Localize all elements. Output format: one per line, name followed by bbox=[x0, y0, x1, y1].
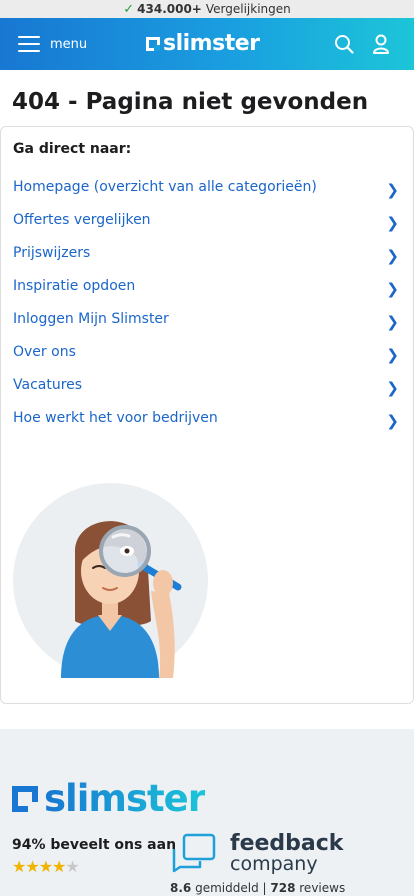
link-label: Homepage (overzicht van alle categorieën… bbox=[13, 179, 317, 195]
link-label: Offertes vergelijken bbox=[13, 212, 151, 228]
link-label: Hoe werkt het voor bedrijven bbox=[13, 410, 218, 426]
menu-button[interactable]: menu bbox=[18, 36, 87, 52]
search-icon[interactable] bbox=[334, 34, 354, 58]
magnifying-glass-illustration bbox=[13, 483, 208, 678]
review-count: 728 bbox=[270, 881, 296, 895]
review-score-suffix: gemiddeld | bbox=[195, 881, 267, 895]
chevron-right-icon: ❯ bbox=[386, 280, 399, 298]
check-icon: ✓ bbox=[123, 1, 135, 17]
link-label: Inloggen Mijn Slimster bbox=[13, 311, 169, 327]
chevron-right-icon: ❯ bbox=[386, 313, 399, 331]
footer-logo[interactable]: slimster bbox=[12, 777, 206, 820]
chevron-right-icon: ❯ bbox=[386, 181, 399, 199]
comparison-count-banner: ✓ 434.000+ Vergelijkingen bbox=[0, 0, 414, 18]
link-vacatures[interactable]: Vacatures ❯ bbox=[13, 377, 399, 410]
feedback-bubbles-icon bbox=[172, 833, 216, 873]
star-rating: ★★★★★ bbox=[12, 857, 80, 876]
review-summary: 8.6 gemiddeld | 728 reviews bbox=[170, 881, 345, 895]
star-icon: ★ bbox=[25, 857, 39, 876]
header-logo[interactable]: slimster bbox=[146, 31, 260, 56]
quick-links-card: Ga direct naar: Homepage (overzicht van … bbox=[0, 126, 414, 704]
logo-mark-icon bbox=[146, 36, 160, 51]
logo-mark-icon bbox=[12, 785, 38, 812]
link-bedrijven[interactable]: Hoe werkt het voor bedrijven ❯ bbox=[13, 410, 399, 443]
footer-logo-text: slimster bbox=[44, 777, 206, 820]
link-inloggen[interactable]: Inloggen Mijn Slimster ❯ bbox=[13, 311, 399, 344]
star-icon: ★ bbox=[52, 857, 66, 876]
link-label: Prijswijzers bbox=[13, 245, 91, 261]
company-label: company bbox=[230, 853, 318, 875]
user-account-icon[interactable] bbox=[372, 34, 390, 58]
menu-label: menu bbox=[50, 36, 88, 52]
recommend-text: 94% beveelt ons aan bbox=[12, 837, 177, 853]
chevron-right-icon: ❯ bbox=[386, 379, 399, 397]
chevron-right-icon: ❯ bbox=[386, 412, 399, 430]
link-offertes[interactable]: Offertes vergelijken ❯ bbox=[13, 212, 399, 245]
chevron-right-icon: ❯ bbox=[386, 247, 399, 265]
review-score: 8.6 bbox=[170, 881, 192, 895]
link-label: Over ons bbox=[13, 344, 76, 360]
feedback-company-badge[interactable]: feedback company bbox=[170, 833, 343, 877]
link-label: Vacatures bbox=[13, 377, 83, 393]
logo-text: slimster bbox=[163, 31, 260, 56]
link-inspiratie[interactable]: Inspiratie opdoen ❯ bbox=[13, 278, 399, 311]
link-prijswijzers[interactable]: Prijswijzers ❯ bbox=[13, 245, 399, 278]
chevron-right-icon: ❯ bbox=[386, 346, 399, 364]
star-icon: ★ bbox=[12, 857, 26, 876]
star-empty-icon: ★ bbox=[65, 857, 79, 876]
link-over-ons[interactable]: Over ons ❯ bbox=[13, 344, 399, 377]
star-icon: ★ bbox=[38, 857, 53, 876]
comparison-label: Vergelijkingen bbox=[205, 2, 291, 16]
quick-links-heading: Ga direct naar: bbox=[13, 141, 132, 157]
hamburger-icon bbox=[18, 36, 40, 52]
site-footer: slimster 94% beveelt ons aan ★★★★★ feedb… bbox=[0, 729, 414, 896]
chevron-right-icon: ❯ bbox=[386, 214, 399, 232]
link-label: Inspiratie opdoen bbox=[13, 278, 136, 294]
link-homepage[interactable]: Homepage (overzicht van alle categorieën… bbox=[13, 179, 399, 212]
feedback-label: feedback bbox=[230, 831, 344, 856]
comparison-count: 434.000+ bbox=[137, 2, 202, 16]
review-count-label: reviews bbox=[299, 881, 346, 895]
site-header: menu slimster bbox=[0, 18, 414, 70]
quick-links-list: Homepage (overzicht van alle categorieën… bbox=[13, 179, 399, 443]
page-title: 404 - Pagina niet gevonden bbox=[12, 89, 369, 115]
